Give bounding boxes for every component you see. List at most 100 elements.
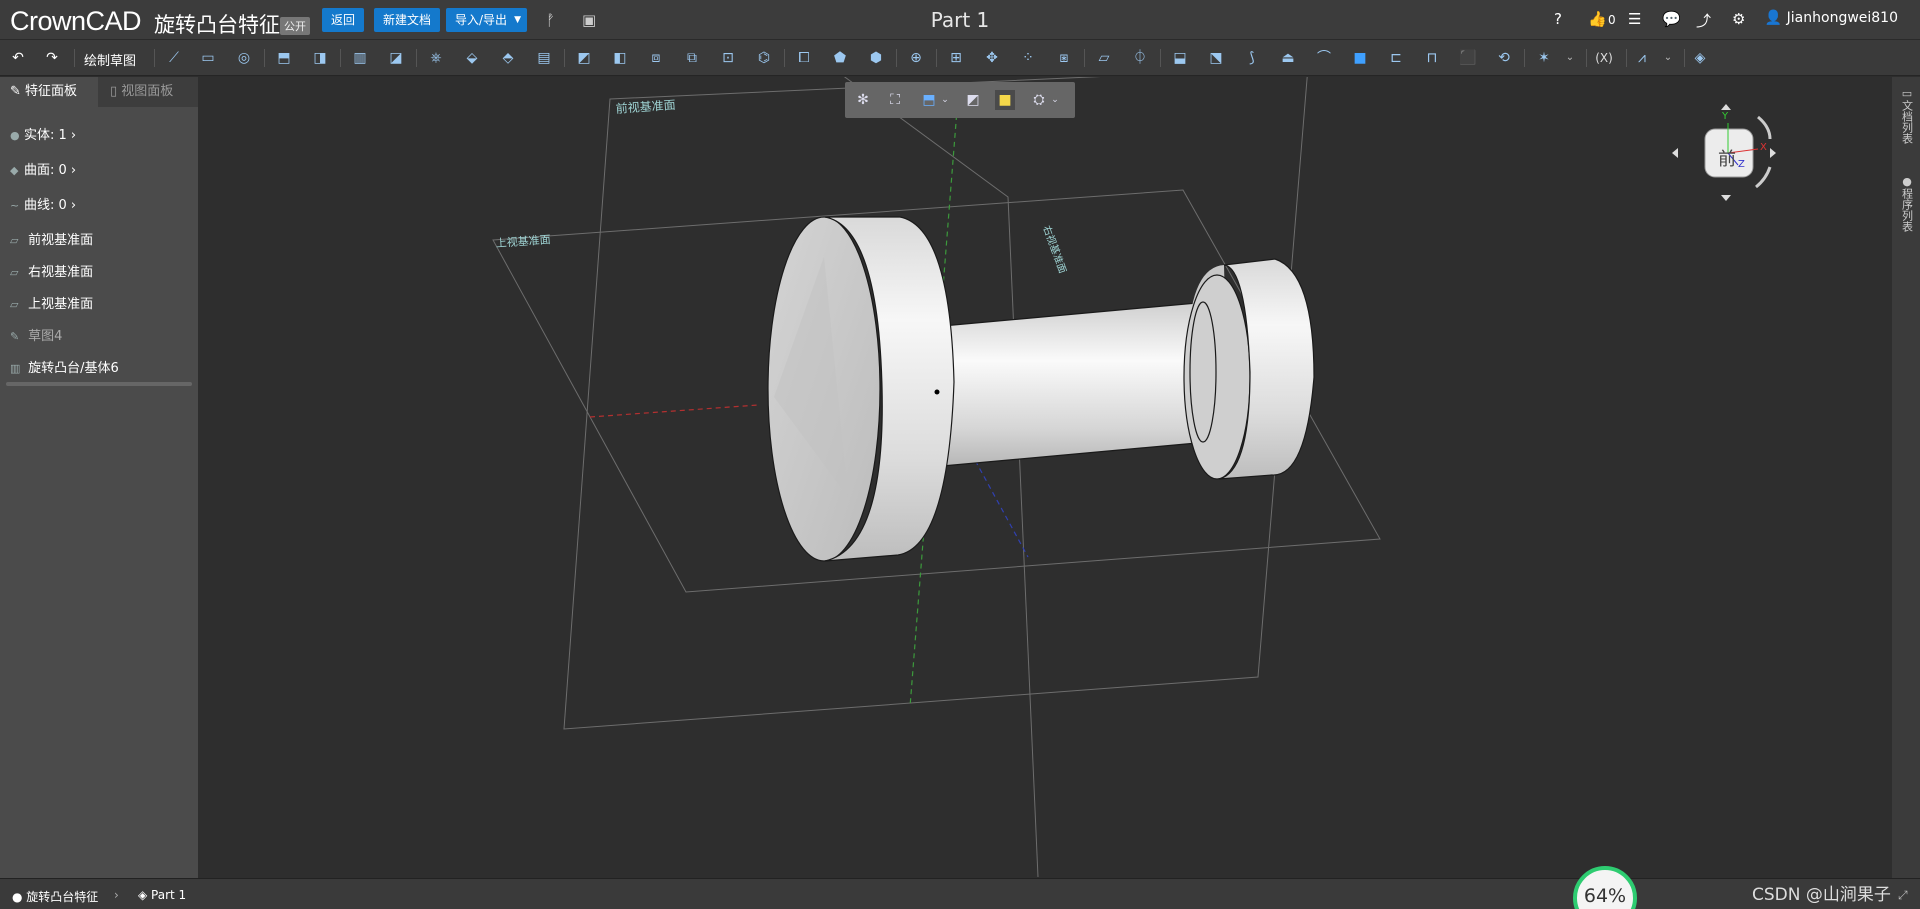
fillet-icon[interactable]: ◩ (574, 48, 594, 68)
curve-pattern-icon[interactable]: ⁘ (1018, 48, 1038, 68)
tree-item-top-plane[interactable]: ▱ 上视基准面 (10, 293, 93, 312)
share-icon[interactable]: ⤴ (1696, 10, 1711, 31)
curve-count[interactable]: ~ 曲线: 0 › (10, 194, 76, 213)
surface-knit-icon[interactable]: ⊓ (1422, 48, 1442, 68)
redo-icon[interactable]: ↷ (42, 48, 62, 68)
sketch-rect-icon[interactable]: ▭ (198, 48, 218, 68)
surface-offset-icon[interactable]: ⌒ (1314, 48, 1334, 68)
toolbar-divider (936, 49, 937, 67)
comment-icon[interactable]: 💬 (1662, 10, 1681, 28)
solid-count[interactable]: ● 实体: 1 › (10, 124, 76, 143)
sketch-circle-icon[interactable]: ◎ (234, 48, 254, 68)
revolved-body[interactable] (767, 216, 1315, 562)
loft-icon[interactable]: ⬙ (462, 48, 482, 68)
import-export-button[interactable]: 导入/导出 ▼ (446, 8, 528, 32)
document-list-label: 文档列表 (1900, 100, 1914, 144)
surface-trim-icon[interactable]: ⊏ (1386, 48, 1406, 68)
program-list-tab[interactable]: ● 程序列表 (1900, 175, 1914, 235)
undo-icon[interactable]: ↶ (8, 48, 28, 68)
move-body-icon[interactable]: ⬢ (866, 48, 886, 68)
surface-loft-icon[interactable]: ⏏ (1278, 48, 1298, 68)
help-icon[interactable]: ? (1554, 10, 1562, 28)
chevron-down-icon[interactable]: ⌄ (1658, 48, 1678, 68)
surface-extrude-icon[interactable]: ⬓ (1170, 48, 1190, 68)
rollback-bar[interactable] (6, 382, 192, 386)
breadcrumb-document[interactable]: ● 旋转凸台特征 (12, 888, 98, 905)
save-icon[interactable]: ▣ (582, 11, 596, 29)
front-plane-label: 前视基准面 (615, 97, 676, 116)
new-document-button[interactable]: 新建文档 (374, 8, 441, 32)
material-icon[interactable]: ◈ (1690, 48, 1710, 68)
cut-extrude-icon[interactable]: ▥ (350, 48, 370, 68)
revolve-icon[interactable]: ◨ (310, 48, 330, 68)
hole-icon[interactable]: ⊡ (718, 48, 738, 68)
program-list-label: 程序列表 (1900, 188, 1914, 232)
surface-fill-icon[interactable]: ■ (1350, 48, 1370, 68)
plane-icon[interactable]: ▱ (1094, 48, 1114, 68)
section-view-icon[interactable]: ◩ (963, 90, 983, 110)
toolbar-divider (1626, 49, 1627, 67)
surface-revolve-icon[interactable]: ⬔ (1206, 48, 1226, 68)
chevron-down-icon[interactable]: ⌄ (1560, 48, 1580, 68)
view-cube[interactable]: 前 Y X Z (1666, 99, 1786, 219)
tree-item-right-plane[interactable]: ▱ 右视基准面 (10, 261, 93, 280)
reference-geometry-icon[interactable]: ✶ (1534, 48, 1554, 68)
breadcrumb-part[interactable]: ◈ Part 1 (138, 888, 186, 902)
user-menu[interactable]: 👤 Jianhongwei810 (1765, 10, 1898, 26)
view-settings-icon[interactable]: ✻ (853, 90, 873, 110)
folder-icon: ▭ (1901, 87, 1913, 100)
rib-icon[interactable]: ⧉ (682, 48, 702, 68)
like-icon[interactable]: 👍 (1588, 10, 1607, 28)
app-logo: CrownCAD (10, 6, 142, 36)
branch-icon[interactable]: ᚡ (546, 11, 555, 29)
linear-pattern-icon[interactable]: ⊞ (946, 48, 966, 68)
surface-count[interactable]: ◆ 曲面: 0 › (10, 159, 76, 178)
tree-item-revolve6[interactable]: ▥ 旋转凸台/基体6 (10, 357, 119, 376)
replace-face-icon[interactable]: ⟲ (1494, 48, 1514, 68)
mirror-icon[interactable]: ⊕ (906, 48, 926, 68)
back-button[interactable]: 返回 (322, 8, 365, 32)
table-pattern-icon[interactable]: ⧆ (1054, 48, 1074, 68)
thicken-icon[interactable]: ⬛ (1458, 48, 1478, 68)
layers-icon[interactable]: ☰ (1628, 10, 1641, 28)
tree-item-front-plane[interactable]: ▱ 前视基准面 (10, 229, 93, 248)
3d-viewport[interactable]: 前视基准面 上视基准面 右视基准面 ✻ ⛶ ⬒ ⌄ ◩ ■ ⛭ ⌄ 前 Y X … (198, 77, 1892, 878)
rotate-ccw-arrow[interactable] (1755, 166, 1772, 189)
tree-item-sketch4[interactable]: ✎ 草图4 (10, 325, 62, 344)
boundary-icon[interactable]: ⬘ (498, 48, 518, 68)
sketch-button[interactable]: 绘制草图 (84, 50, 136, 69)
nav-down-arrow[interactable] (1721, 195, 1731, 201)
chamfer-icon[interactable]: ◧ (610, 48, 630, 68)
measure-icon[interactable]: ⩘ (1632, 48, 1652, 68)
thread-icon[interactable]: ⌬ (754, 48, 774, 68)
rotate-cw-arrow[interactable] (1757, 115, 1772, 140)
expand-icon[interactable]: ⤢ (1898, 888, 1908, 903)
circular-pattern-icon[interactable]: ✥ (982, 48, 1002, 68)
sketch-line-icon[interactable]: ⟋ (164, 48, 184, 68)
settings-gear-icon[interactable]: ⚙ (1732, 10, 1745, 28)
sweep-icon[interactable]: ⎈ (426, 48, 446, 68)
chevron-down-icon[interactable]: ⌄ (935, 90, 955, 110)
cut-revolve-icon[interactable]: ◪ (386, 48, 406, 68)
variables-icon[interactable]: (X) (1592, 48, 1616, 68)
shaded-display-icon[interactable]: ■ (995, 90, 1015, 110)
nav-left-arrow[interactable] (1672, 148, 1678, 158)
nav-up-arrow[interactable] (1721, 104, 1731, 110)
document-list-tab[interactable]: ▭ 文档列表 (1900, 87, 1914, 147)
origin-point[interactable] (934, 389, 940, 395)
combine-icon[interactable]: ⧠ (794, 48, 814, 68)
tab-view-panel[interactable]: ▯ 视图面板 (100, 77, 198, 107)
split-icon[interactable]: ⬟ (830, 48, 850, 68)
zoom-fit-icon[interactable]: ⛶ (885, 90, 905, 110)
breadcrumb-document-label: 旋转凸台特征 (26, 890, 99, 904)
surface-sweep-icon[interactable]: ⟆ (1242, 48, 1262, 68)
toolbar-divider (1160, 49, 1161, 67)
chevron-down-icon[interactable]: ⌄ (1045, 90, 1065, 110)
shell-icon[interactable]: ▤ (534, 48, 554, 68)
nav-right-arrow[interactable] (1770, 148, 1776, 158)
extrude-icon[interactable]: ⬒ (274, 48, 294, 68)
tab-feature-panel[interactable]: ✎ 特征面板 (0, 77, 98, 107)
axis-icon[interactable]: ⏀ (1130, 48, 1150, 68)
draft-icon[interactable]: ⧈ (646, 48, 666, 68)
model-canvas: 前视基准面 上视基准面 右视基准面 (492, 77, 1381, 878)
